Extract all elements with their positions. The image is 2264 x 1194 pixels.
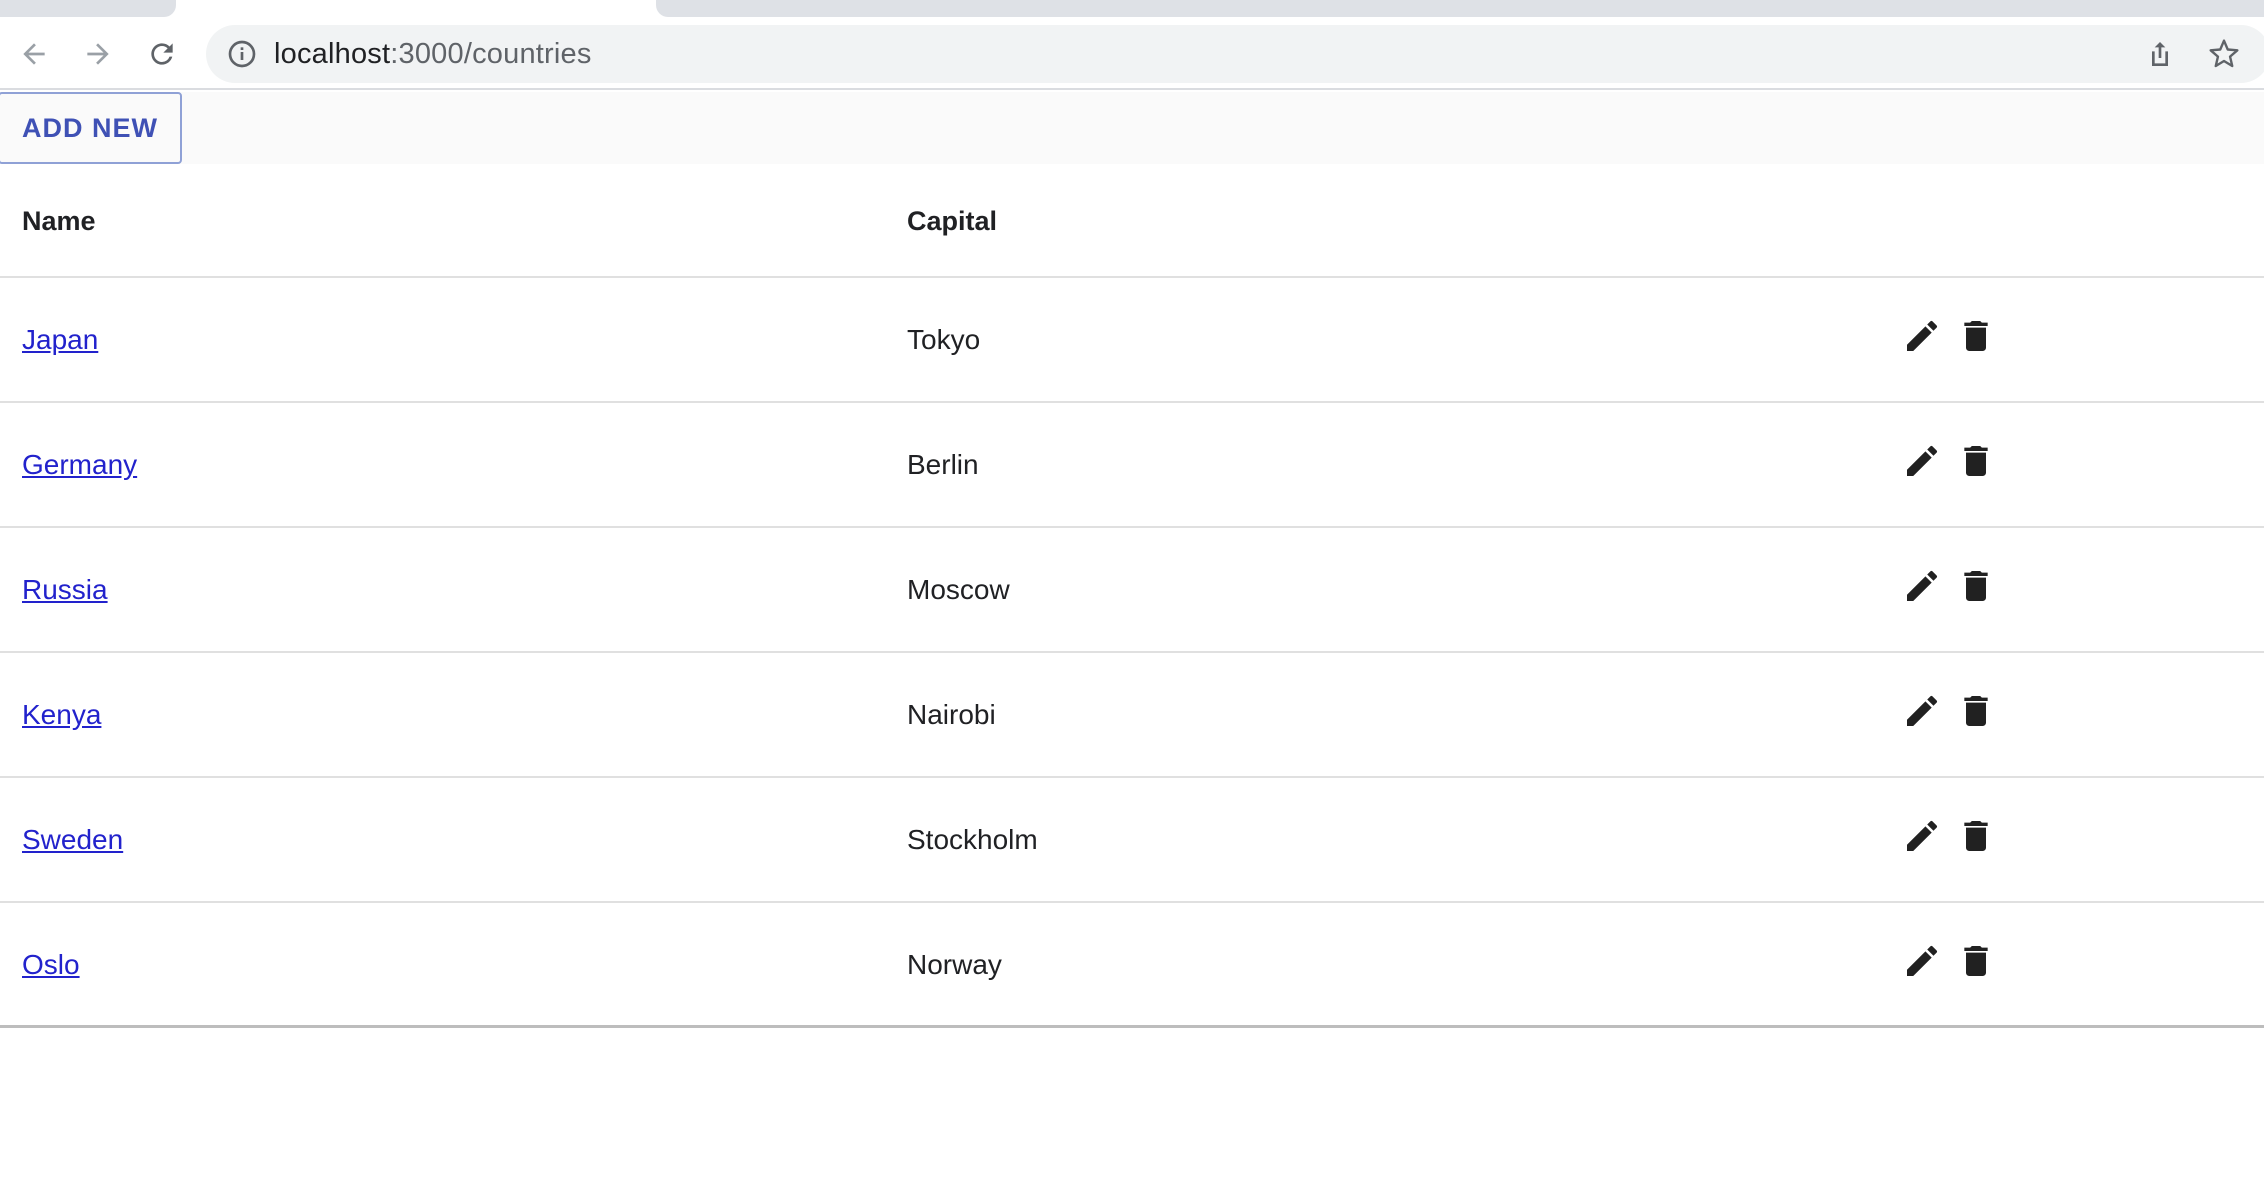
row-actions — [1900, 439, 1998, 483]
capital-cell: Berlin — [907, 449, 979, 480]
country-name-cell: Oslo — [22, 903, 80, 1026]
trash-icon — [1964, 571, 1988, 601]
capital-cell: Stockholm — [907, 824, 1038, 855]
pencil-icon — [1907, 820, 1938, 851]
country-link[interactable]: Oslo — [22, 949, 80, 980]
delete-button[interactable] — [1954, 939, 1998, 983]
table-header: Name Capital — [0, 164, 2264, 278]
edit-button[interactable] — [1900, 439, 1944, 483]
row-actions — [1900, 814, 1998, 858]
pencil-icon — [1907, 320, 1938, 351]
country-name-cell: Kenya — [22, 653, 101, 776]
back-button[interactable] — [12, 32, 56, 76]
edit-button[interactable] — [1900, 314, 1944, 358]
address-bar[interactable]: localhost:3000/countries — [206, 25, 2264, 83]
arrow-right-icon — [87, 43, 109, 65]
browser-tab[interactable] — [0, 0, 176, 17]
country-name-cell: Japan — [22, 278, 98, 401]
edit-button[interactable] — [1900, 689, 1944, 733]
browser-toolbar: localhost:3000/countries — [0, 20, 2264, 90]
edit-button[interactable] — [1900, 939, 1944, 983]
countries-table: Name Capital Japan Tokyo Germany Berlin … — [0, 164, 2264, 1028]
table-row: Sweden Stockholm — [0, 778, 2264, 903]
table-row: Oslo Norway — [0, 903, 2264, 1028]
capital-cell: Tokyo — [907, 324, 981, 355]
forward-button[interactable] — [76, 32, 120, 76]
table-row: Russia Moscow — [0, 528, 2264, 653]
add-new-button[interactable]: ADD NEW — [0, 92, 182, 164]
pencil-icon — [1907, 570, 1938, 601]
row-actions — [1900, 564, 1998, 608]
capital-cell: Moscow — [907, 574, 1010, 605]
column-header-capital[interactable]: Capital — [907, 164, 997, 278]
country-name-cell: Germany — [22, 403, 137, 526]
url-text[interactable]: localhost:3000/countries — [274, 25, 592, 83]
page-content: ADD NEW Name Capital Japan Tokyo Germany… — [0, 92, 2264, 1194]
trash-icon — [1964, 446, 1988, 476]
pencil-icon — [1907, 445, 1938, 476]
trash-icon — [1964, 821, 1988, 851]
star-icon[interactable] — [2208, 38, 2240, 70]
row-actions — [1900, 689, 1998, 733]
table-row: Kenya Nairobi — [0, 653, 2264, 778]
table-row: Japan Tokyo — [0, 278, 2264, 403]
country-link[interactable]: Japan — [22, 324, 98, 355]
tab-strip — [0, 0, 2264, 20]
share-icon[interactable] — [2144, 38, 2176, 70]
reload-button[interactable] — [140, 32, 184, 76]
country-link[interactable]: Germany — [22, 449, 137, 480]
pencil-icon — [1907, 695, 1938, 726]
reload-icon — [151, 43, 173, 65]
country-link[interactable]: Russia — [22, 574, 108, 605]
url-host: localhost — [274, 38, 391, 70]
arrow-left-icon — [23, 43, 45, 65]
country-link[interactable]: Kenya — [22, 699, 101, 730]
table-body: Japan Tokyo Germany Berlin Russia Moscow… — [0, 278, 2264, 1028]
country-name-cell: Sweden — [22, 778, 123, 901]
edit-button[interactable] — [1900, 564, 1944, 608]
delete-button[interactable] — [1954, 689, 1998, 733]
browser-tab[interactable] — [656, 0, 2264, 17]
row-actions — [1900, 939, 1998, 983]
delete-button[interactable] — [1954, 814, 1998, 858]
delete-button[interactable] — [1954, 439, 1998, 483]
trash-icon — [1964, 696, 1988, 726]
delete-button[interactable] — [1954, 314, 1998, 358]
pencil-icon — [1907, 945, 1938, 976]
country-name-cell: Russia — [22, 528, 108, 651]
trash-icon — [1964, 946, 1988, 976]
table-row: Germany Berlin — [0, 403, 2264, 528]
edit-button[interactable] — [1900, 814, 1944, 858]
trash-icon — [1964, 321, 1988, 351]
row-actions — [1900, 314, 1998, 358]
url-path: :3000/countries — [390, 38, 592, 70]
column-header-name[interactable]: Name — [22, 164, 96, 278]
delete-button[interactable] — [1954, 564, 1998, 608]
country-link[interactable]: Sweden — [22, 824, 123, 855]
info-icon[interactable] — [226, 38, 258, 70]
action-bar: ADD NEW — [0, 92, 2264, 164]
capital-cell: Nairobi — [907, 699, 996, 730]
capital-cell: Norway — [907, 949, 1002, 980]
